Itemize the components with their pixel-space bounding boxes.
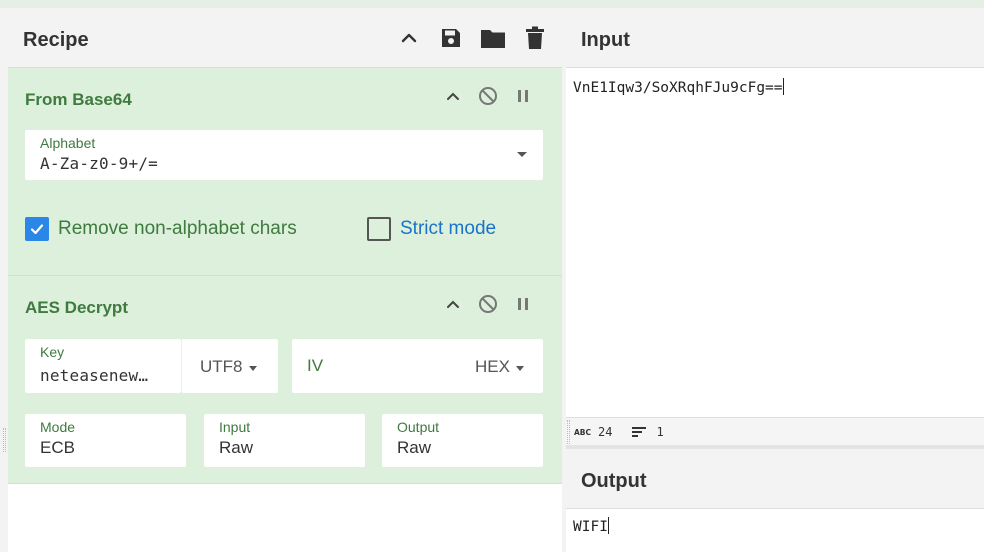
recipe-inner: Recipe From Base64 Alphabet A-Za-z0-9+/=… bbox=[8, 8, 562, 552]
remove-nonalpha-label: Remove non-alphabet chars bbox=[58, 218, 297, 239]
output-format-label: Output bbox=[397, 419, 440, 435]
output-title: Output bbox=[581, 470, 647, 492]
input-length: 24 bbox=[598, 424, 613, 439]
output-header: Output bbox=[566, 449, 984, 509]
trash-icon[interactable] bbox=[522, 25, 548, 51]
key-encoding-value: UTF8 bbox=[200, 357, 243, 376]
disable-icon[interactable] bbox=[476, 84, 499, 107]
output-format-value: Raw bbox=[397, 438, 432, 457]
pause-icon[interactable] bbox=[511, 84, 534, 107]
top-strip bbox=[0, 0, 984, 8]
input-textarea[interactable]: VnE1Iqw3/SoXRqhFJu9cFg== bbox=[573, 78, 784, 96]
pause-icon[interactable] bbox=[511, 292, 534, 315]
operation-title: From Base64 bbox=[25, 90, 132, 109]
alphabet-label: Alphabet bbox=[40, 135, 96, 151]
caret-down-icon bbox=[248, 365, 257, 371]
mode-label: Mode bbox=[40, 419, 76, 435]
input-text: VnE1Iqw3/SoXRqhFJu9cFg== bbox=[573, 80, 783, 96]
key-field[interactable]: Key neteasenew… bbox=[25, 339, 181, 393]
chevron-up-icon[interactable] bbox=[441, 292, 464, 315]
resize-handle[interactable] bbox=[3, 428, 6, 452]
svg-text:ABC: ABC bbox=[574, 428, 592, 437]
strict-mode-checkbox[interactable]: Strict mode bbox=[367, 217, 496, 241]
operation-title: AES Decrypt bbox=[25, 298, 128, 317]
mode-value: ECB bbox=[40, 438, 75, 457]
mode-select[interactable]: Mode ECB bbox=[25, 414, 186, 467]
output-textarea[interactable]: WIFI bbox=[573, 517, 609, 535]
iv-encoding-dropdown[interactable]: HEX bbox=[475, 357, 524, 377]
input-header: Input bbox=[566, 8, 984, 68]
strict-mode-label: Strict mode bbox=[400, 218, 497, 239]
recipe-header-icons bbox=[396, 25, 548, 51]
iv-label: IV bbox=[307, 356, 324, 375]
chevron-up-icon[interactable] bbox=[441, 84, 464, 107]
key-value: neteasenew… bbox=[40, 366, 149, 385]
lines-icon bbox=[632, 426, 647, 438]
input-format-select[interactable]: Input Raw bbox=[204, 414, 365, 467]
chevron-down-icon bbox=[517, 152, 527, 157]
iv-field[interactable]: IV HEX bbox=[292, 339, 543, 393]
disable-icon[interactable] bbox=[476, 292, 499, 315]
recipe-title: Recipe bbox=[23, 29, 89, 51]
alphabet-select[interactable]: Alphabet A-Za-z0-9+/= bbox=[25, 130, 543, 180]
save-icon[interactable] bbox=[438, 25, 464, 51]
operation-from-base64: From Base64 Alphabet A-Za-z0-9+/= Remove… bbox=[8, 68, 562, 276]
input-title: Input bbox=[581, 29, 630, 51]
input-status-bar: ABC 24 1 bbox=[566, 417, 984, 445]
key-encoding-dropdown[interactable]: UTF8 bbox=[200, 357, 257, 377]
checkbox-checked-icon[interactable] bbox=[25, 217, 49, 241]
output-text: WIFI bbox=[573, 519, 608, 535]
caret-down-icon bbox=[515, 365, 524, 371]
recipe-pane: Recipe From Base64 Alphabet A-Za-z0-9+/=… bbox=[0, 8, 562, 552]
chevron-up-icon[interactable] bbox=[396, 25, 422, 51]
abc-length-icon: ABC bbox=[574, 427, 592, 437]
recipe-header: Recipe bbox=[8, 8, 562, 68]
input-format-value: Raw bbox=[219, 438, 254, 457]
output-format-select[interactable]: Output Raw bbox=[382, 414, 543, 467]
key-label: Key bbox=[40, 344, 65, 360]
operation-aes-decrypt: AES Decrypt Key neteasenew… UTF8 IV HEX … bbox=[8, 276, 562, 484]
input-pane: Input VnE1Iqw3/SoXRqhFJu9cFg== ABC 24 1 bbox=[566, 8, 984, 448]
output-pane: Output WIFI bbox=[566, 449, 984, 552]
key-encoding-wrap: UTF8 bbox=[181, 339, 278, 393]
operation-controls bbox=[441, 292, 534, 315]
folder-icon[interactable] bbox=[480, 25, 506, 51]
checkbox-unchecked-icon[interactable] bbox=[367, 217, 391, 241]
iv-encoding-value: HEX bbox=[475, 357, 510, 376]
alphabet-value: A-Za-z0-9+/= bbox=[40, 154, 158, 173]
input-lines: 1 bbox=[656, 424, 664, 439]
text-cursor bbox=[607, 517, 609, 534]
remove-nonalpha-checkbox[interactable]: Remove non-alphabet chars bbox=[25, 217, 297, 241]
operation-controls bbox=[441, 84, 534, 107]
text-cursor bbox=[782, 78, 784, 95]
resize-handle[interactable] bbox=[567, 420, 570, 444]
input-format-label: Input bbox=[219, 419, 251, 435]
